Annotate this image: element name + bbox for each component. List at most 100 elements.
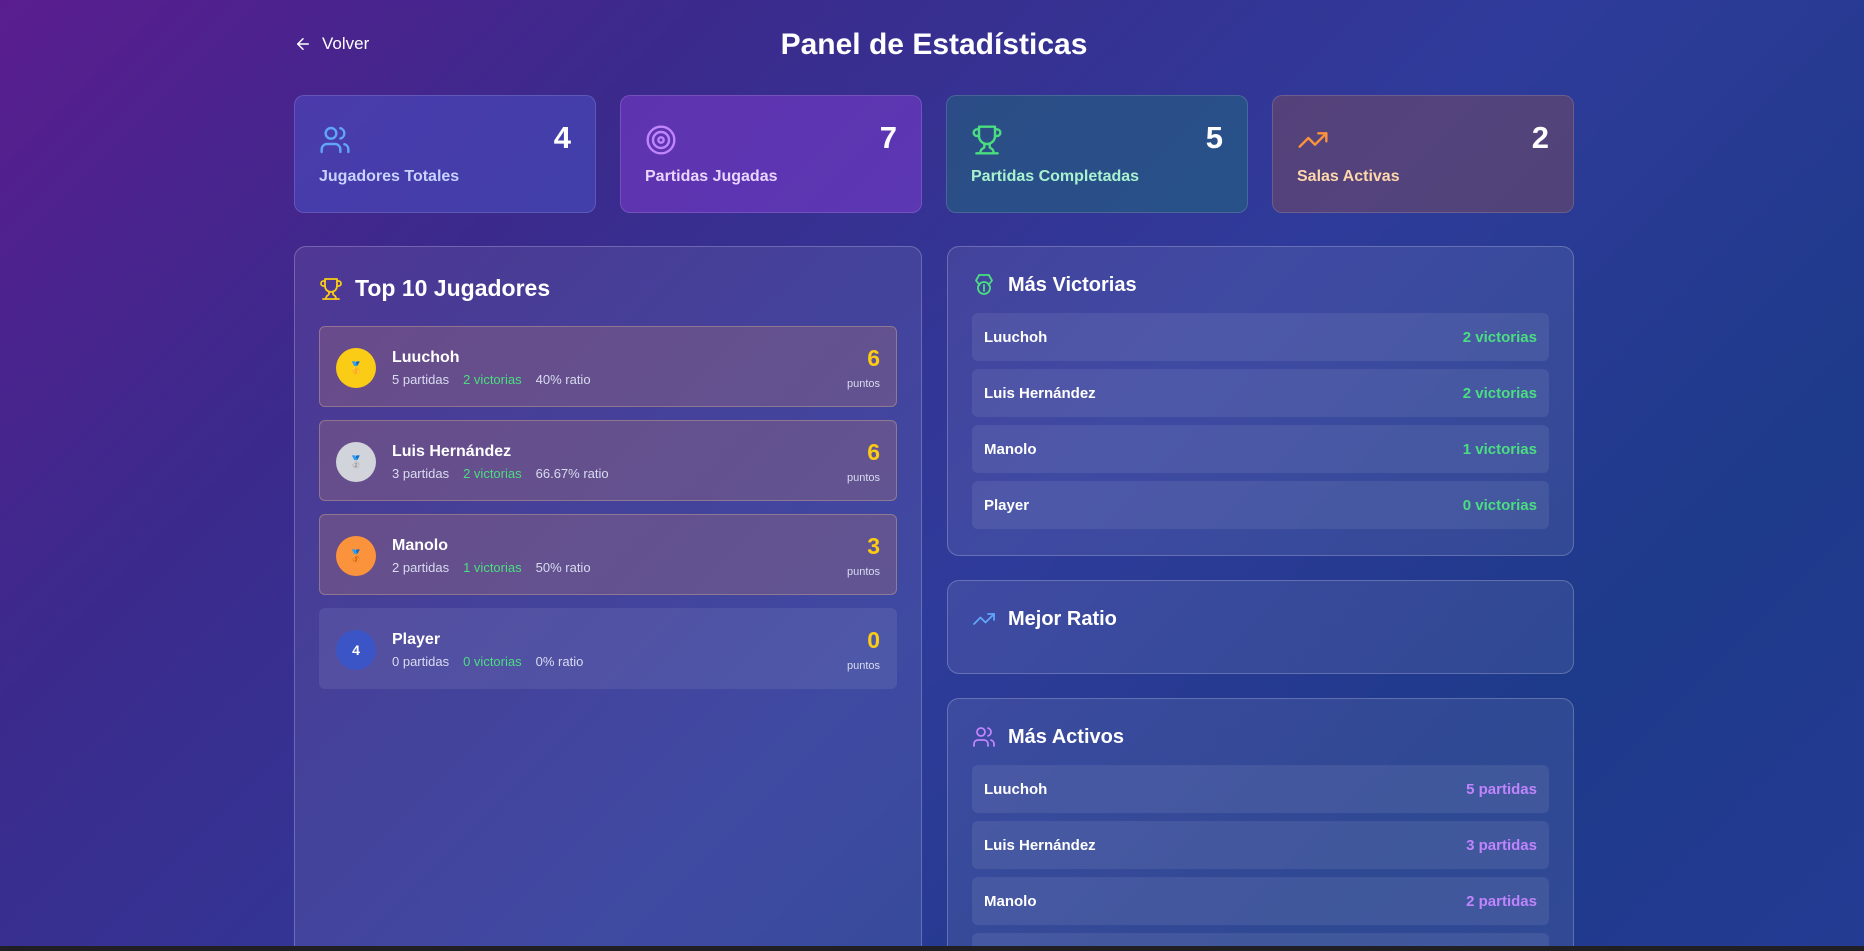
- stat-value: 5: [1205, 120, 1223, 155]
- main-content: Top 10 Jugadores 🥇 Luuchoh 5 partidas 2 …: [294, 246, 1574, 951]
- most-wins-header: Más Victorias: [972, 273, 1549, 297]
- player-ratio: 40% ratio: [535, 372, 591, 387]
- list-item-name: Luuchoh: [984, 780, 1048, 798]
- points-label: puntos: [846, 660, 880, 672]
- most-active-panel: Más Activos Luuchoh 5 partidas Luis Hern…: [947, 698, 1574, 951]
- list-item[interactable]: Luuchoh 5 partidas: [972, 765, 1549, 813]
- player-points: 6 puntos: [846, 439, 880, 485]
- stat-value: 7: [879, 120, 897, 155]
- target-icon: [646, 125, 676, 155]
- player-points: 3 puntos: [846, 533, 880, 579]
- player-wins: 2 victorias: [463, 372, 522, 387]
- player-stats: 5 partidas 2 victorias 40% ratio: [392, 372, 591, 387]
- stat-card-games-played: 7 Partidas Jugadas: [620, 95, 922, 213]
- top10-panel: Top 10 Jugadores 🥇 Luuchoh 5 partidas 2 …: [294, 246, 922, 951]
- trending-up-icon: [973, 613, 995, 625]
- player-ratio: 66.67% ratio: [535, 466, 609, 481]
- list-item[interactable]: Luis Hernández 2 victorias: [972, 369, 1549, 417]
- player-ratio: 0% ratio: [535, 654, 584, 669]
- list-item-value: 2 victorias: [1462, 384, 1537, 402]
- most-active-title: Más Activos: [1008, 725, 1124, 748]
- player-games: 2 partidas: [392, 560, 450, 575]
- rank-number-badge: 4: [336, 630, 376, 670]
- points-label: puntos: [846, 378, 880, 390]
- list-item-value: 0 victorias: [1462, 496, 1537, 514]
- stat-label: Salas Activas: [1297, 168, 1400, 185]
- stat-card-active-rooms: 2 Salas Activas: [1272, 95, 1574, 213]
- top10-title: Top 10 Jugadores: [355, 275, 551, 301]
- player-stats: 2 partidas 1 victorias 50% ratio: [392, 560, 591, 575]
- page-header: Volver Panel de Estadísticas: [294, 0, 1574, 95]
- list-item-name: Luuchoh: [984, 328, 1048, 346]
- points-value: 0: [867, 627, 880, 653]
- list-item-name: Luis Hernández: [984, 384, 1096, 402]
- bronze-medal-icon: 🥉: [336, 536, 376, 576]
- player-stats: 0 partidas 0 victorias 0% ratio: [392, 654, 583, 669]
- list-item-value: 5 partidas: [1466, 780, 1537, 798]
- list-item-value: 3 partidas: [1466, 836, 1537, 854]
- list-item-name: Player: [984, 496, 1030, 514]
- list-item[interactable]: Player 0 victorias: [972, 481, 1549, 529]
- most-wins-title: Más Victorias: [1008, 273, 1137, 296]
- stat-value: 4: [553, 120, 571, 155]
- list-item-value: 2 victorias: [1462, 328, 1537, 346]
- list-item[interactable]: Luis Hernández 3 partidas: [972, 821, 1549, 869]
- list-item-name: Manolo: [984, 440, 1037, 458]
- trophy-icon: [320, 277, 342, 300]
- list-item[interactable]: Luuchoh 2 victorias: [972, 313, 1549, 361]
- points-label: puntos: [846, 566, 880, 578]
- users-icon: [320, 126, 350, 154]
- list-item-name: Luis Hernández: [984, 836, 1096, 854]
- taskbar: [0, 946, 1864, 951]
- player-games: 3 partidas: [392, 466, 450, 481]
- most-wins-panel: Más Victorias Luuchoh 2 victorias Luis H…: [947, 246, 1574, 556]
- player-points: 0 puntos: [846, 627, 880, 673]
- player-wins: 1 victorias: [463, 560, 522, 575]
- player-stats: 3 partidas 2 victorias 66.67% ratio: [392, 466, 609, 481]
- gold-medal-icon: 🥇: [336, 348, 376, 388]
- stat-label: Partidas Jugadas: [645, 168, 778, 185]
- player-row[interactable]: 4 Player 0 partidas 0 victorias 0% ratio…: [319, 608, 897, 689]
- points-value: 6: [867, 439, 880, 465]
- player-row[interactable]: 🥈 Luis Hernández 3 partidas 2 victorias …: [319, 420, 897, 501]
- stats-dashboard: Volver Panel de Estadísticas 4 Jugadores…: [294, 0, 1574, 951]
- player-points: 6 puntos: [846, 345, 880, 391]
- page-title: Panel de Estadísticas: [780, 28, 1088, 61]
- player-row[interactable]: 🥇 Luuchoh 5 partidas 2 victorias 40% rat…: [319, 326, 897, 407]
- points-value: 3: [867, 533, 880, 559]
- stat-card-total-players: 4 Jugadores Totales: [294, 95, 596, 213]
- right-column: Más Victorias Luuchoh 2 victorias Luis H…: [947, 246, 1574, 951]
- stat-value: 2: [1531, 120, 1549, 155]
- trending-up-icon: [1298, 132, 1328, 148]
- player-wins: 2 victorias: [463, 466, 522, 481]
- player-name: Player: [392, 631, 441, 648]
- player-name: Luuchoh: [392, 349, 460, 366]
- stat-card-games-completed: 5 Partidas Completadas: [946, 95, 1248, 213]
- list-item-value: 1 victorias: [1462, 440, 1537, 458]
- stat-label: Jugadores Totales: [319, 168, 460, 185]
- top10-header: Top 10 Jugadores: [319, 275, 897, 302]
- list-item-name: Manolo: [984, 892, 1037, 910]
- stat-cards: 4 Jugadores Totales 7 Partidas Jugadas 5…: [294, 95, 1574, 213]
- silver-medal-icon: 🥈: [336, 442, 376, 482]
- list-item[interactable]: Manolo 1 victorias: [972, 425, 1549, 473]
- player-name: Manolo: [392, 537, 448, 554]
- users-icon: [973, 727, 995, 747]
- list-item-value: 2 partidas: [1466, 892, 1537, 910]
- list-item[interactable]: Manolo 2 partidas: [972, 877, 1549, 925]
- stat-label: Partidas Completadas: [971, 168, 1140, 185]
- most-active-header: Más Activos: [972, 725, 1549, 749]
- best-ratio-header: Mejor Ratio: [972, 607, 1549, 631]
- points-label: puntos: [846, 472, 880, 484]
- player-wins: 0 victorias: [463, 654, 522, 669]
- medal-icon: [975, 274, 993, 295]
- points-value: 6: [867, 345, 880, 371]
- player-name: Luis Hernández: [392, 443, 512, 460]
- player-ratio: 50% ratio: [535, 560, 591, 575]
- trophy-icon: [972, 125, 1002, 155]
- player-row[interactable]: 🥉 Manolo 2 partidas 1 victorias 50% rati…: [319, 514, 897, 595]
- player-games: 0 partidas: [392, 654, 450, 669]
- best-ratio-title: Mejor Ratio: [1008, 607, 1117, 630]
- player-games: 5 partidas: [392, 372, 450, 387]
- best-ratio-panel: Mejor Ratio: [947, 580, 1574, 674]
